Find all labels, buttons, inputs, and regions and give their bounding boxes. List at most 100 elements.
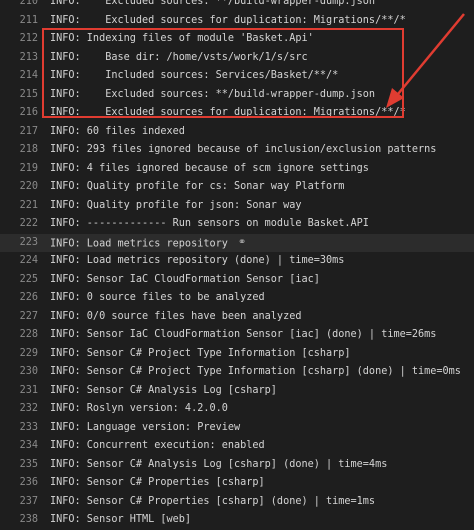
log-text: INFO: Sensor C# Properties [csharp] (don… xyxy=(50,493,474,512)
log-message: INFO: Quality profile for json: Sonar wa… xyxy=(50,199,302,211)
line-number: 223 xyxy=(19,236,38,248)
log-message: INFO: Roslyn version: 4.2.0.0 xyxy=(50,403,228,414)
log-text: INFO: Sensor IaC CloudFormation Sensor [… xyxy=(50,271,474,290)
log-message: INFO: Sensor C# Project Type Information… xyxy=(50,347,351,359)
log-message: INFO: 60 files indexed xyxy=(50,125,185,137)
log-message: INFO: 0/0 source files have been analyze… xyxy=(50,310,302,322)
log-text: INFO: Included sources: Services/Basket/… xyxy=(50,67,474,86)
log-text: INFO: Sensor C# Project Type Information… xyxy=(50,363,474,382)
log-line: 212 INFO: Indexing files of module 'Baske… xyxy=(0,30,474,49)
log-message: INFO: Excluded sources: **/build-wrapper… xyxy=(50,88,376,100)
log-message: INFO: 0 source files to be analyzed xyxy=(50,292,265,303)
log-line: 227 INFO: 0/0 source files have been anal… xyxy=(0,308,474,327)
log-message: INFO: Sensor IaC CloudFormation Sensor [… xyxy=(50,273,320,285)
log-line: 218 INFO: 293 files ignored because of in… xyxy=(0,141,474,160)
line-number: 228 xyxy=(19,329,38,340)
log-message: INFO: Sensor IaC CloudFormation Sensor [… xyxy=(50,329,437,340)
log-text: INFO: 0 source files to be analyzed xyxy=(50,289,474,308)
log-text: INFO: Excluded sources for duplication: … xyxy=(50,12,474,31)
log-message: INFO: Excluded sources: **/build-wrapper… xyxy=(50,0,376,7)
log-message: INFO: Excluded sources for duplication: … xyxy=(50,107,406,118)
log-line: 217 INFO: 60 files indexed xyxy=(0,123,474,142)
log-text: INFO: Sensor C# Analysis Log [csharp] xyxy=(50,382,474,401)
link-icon[interactable]: ⚭ xyxy=(238,234,246,253)
line-number: 212 xyxy=(19,33,38,44)
log-text: INFO: Quality profile for json: Sonar wa… xyxy=(50,197,474,216)
line-number: 232 xyxy=(19,403,38,414)
log-line: 228 INFO: Sensor IaC CloudFormation Senso… xyxy=(0,326,474,345)
log-line: 214 INFO: Included sources: Services/Bask… xyxy=(0,67,474,86)
log-line: 233 INFO: Language version: Preview xyxy=(0,419,474,438)
log-message: INFO: Sensor C# Properties [csharp] xyxy=(50,477,265,488)
log-text: INFO: ------------- Run sensors on modul… xyxy=(50,215,474,234)
log-line: 226 INFO: 0 source files to be analyzed xyxy=(0,289,474,308)
log-line: 215 INFO: Excluded sources: **/build-wrap… xyxy=(0,86,474,105)
log-line: 219 INFO: 4 files ignored because of scm … xyxy=(0,160,474,179)
line-number: 218 xyxy=(19,144,38,155)
log-text: INFO: Language version: Preview xyxy=(50,419,474,438)
log-line: 237 INFO: Sensor C# Properties [csharp] (… xyxy=(0,493,474,512)
log-text: INFO: Load metrics repository (done) | t… xyxy=(50,252,474,271)
log-message: INFO: Sensor C# Project Type Information… xyxy=(50,366,461,377)
line-number: 238 xyxy=(19,514,38,525)
log-line: 210 INFO: Excluded sources: **/build-wrap… xyxy=(0,0,474,12)
log-message: INFO: Quality profile for cs: Sonar way … xyxy=(50,181,345,192)
log-message: INFO: Load metrics repository (done) | t… xyxy=(50,255,345,266)
log-message: INFO: Excluded sources for duplication: … xyxy=(50,14,406,26)
log-text: INFO: Excluded sources: **/build-wrapper… xyxy=(50,86,474,105)
log-line: 222 INFO: ------------- Run sensors on mo… xyxy=(0,215,474,234)
line-number: 225 xyxy=(19,273,38,285)
log-message: INFO: Included sources: Services/Basket/… xyxy=(50,70,339,81)
line-number: 210 xyxy=(19,0,38,7)
log-output: 210 INFO: Excluded sources: **/build-wrap… xyxy=(0,0,474,530)
log-line: 220 INFO: Quality profile for cs: Sonar w… xyxy=(0,178,474,197)
log-line: 229 INFO: Sensor C# Project Type Informat… xyxy=(0,345,474,364)
line-number: 217 xyxy=(19,125,38,137)
log-message: INFO: 293 files ignored because of inclu… xyxy=(50,144,437,155)
log-text: INFO: Sensor C# Analysis Log [csharp] (d… xyxy=(50,456,474,475)
log-line: 216 INFO: Excluded sources for duplicatio… xyxy=(0,104,474,123)
log-message: INFO: Concurrent execution: enabled xyxy=(50,440,265,451)
log-line: 230 INFO: Sensor C# Project Type Informat… xyxy=(0,363,474,382)
log-text: INFO: 4 files ignored because of scm ign… xyxy=(50,160,474,179)
log-text: INFO: 293 files ignored because of inclu… xyxy=(50,141,474,160)
log-line: 211 INFO: Excluded sources for duplicatio… xyxy=(0,12,474,31)
line-number: 220 xyxy=(19,181,38,192)
line-number: 216 xyxy=(19,107,38,118)
log-text: INFO: Sensor HTML [web] xyxy=(50,511,474,530)
line-number: 211 xyxy=(19,14,38,26)
log-line: 235 INFO: Sensor C# Analysis Log [csharp]… xyxy=(0,456,474,475)
log-line: 232 INFO: Roslyn version: 4.2.0.0 xyxy=(0,400,474,419)
log-text: INFO: Load metrics repository ⚭ xyxy=(50,234,474,253)
log-text: INFO: Roslyn version: 4.2.0.0 xyxy=(50,400,474,419)
log-line: 225 INFO: Sensor IaC CloudFormation Senso… xyxy=(0,271,474,290)
log-text: INFO: Excluded sources: **/build-wrapper… xyxy=(50,0,474,12)
line-number: 237 xyxy=(19,495,38,507)
log-line: 236 INFO: Sensor C# Properties [csharp] xyxy=(0,474,474,493)
log-message: INFO: Language version: Preview xyxy=(50,421,241,433)
line-number: 235 xyxy=(19,458,38,470)
log-message: INFO: Sensor C# Analysis Log [csharp] (d… xyxy=(50,458,388,470)
log-message: INFO: Sensor C# Properties [csharp] (don… xyxy=(50,495,376,507)
log-message: INFO: 4 files ignored because of scm ign… xyxy=(50,162,369,174)
line-number: 222 xyxy=(19,218,38,229)
log-text: INFO: 60 files indexed xyxy=(50,123,474,142)
line-number: 226 xyxy=(19,292,38,303)
log-text: INFO: Quality profile for cs: Sonar way … xyxy=(50,178,474,197)
log-line: 223 INFO: Load metrics repository ⚭ xyxy=(0,233,474,253)
log-message: INFO: ------------- Run sensors on modul… xyxy=(50,218,369,229)
line-number: 221 xyxy=(19,199,38,211)
log-text: INFO: Indexing files of module 'Basket.A… xyxy=(50,30,474,49)
line-number: 236 xyxy=(19,477,38,488)
log-text: INFO: Sensor C# Properties [csharp] xyxy=(50,474,474,493)
log-line: 213 INFO: Base dir: /home/vsts/work/1/s/s… xyxy=(0,49,474,68)
line-number: 231 xyxy=(19,384,38,396)
line-number: 227 xyxy=(19,310,38,322)
line-number: 229 xyxy=(19,347,38,359)
log-text: INFO: 0/0 source files have been analyze… xyxy=(50,308,474,327)
log-text: INFO: Sensor C# Project Type Information… xyxy=(50,345,474,364)
log-line: 231 INFO: Sensor C# Analysis Log [csharp] xyxy=(0,382,474,401)
line-number: 215 xyxy=(19,88,38,100)
log-message: INFO: Sensor C# Analysis Log [csharp] xyxy=(50,384,277,396)
log-text: INFO: Concurrent execution: enabled xyxy=(50,437,474,456)
